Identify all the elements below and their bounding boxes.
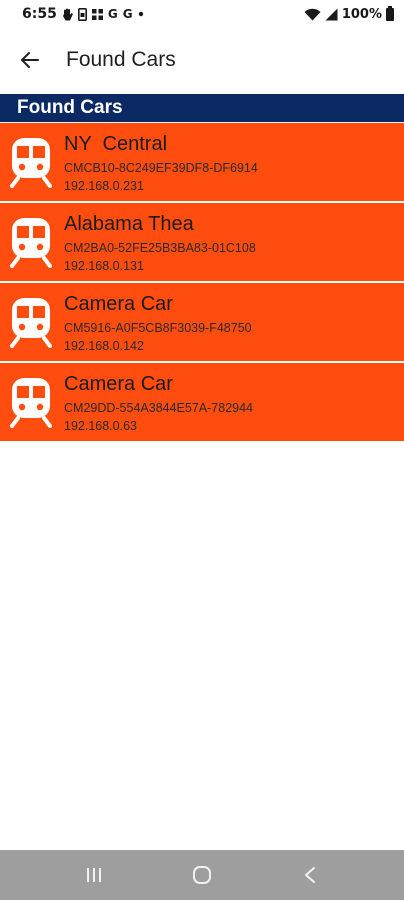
car-id: CM29DD-554A3844E57A-782944 [64,401,254,415]
status-bar: 6:55 G G 100% [0,0,404,28]
car-name: NY Central [64,133,168,155]
car-ip: 192.168.0.231 [64,179,144,193]
nav-back-button[interactable] [280,855,340,895]
car-text: Camera Car CM29DD-554A3844E57A-782944 19… [64,363,253,434]
car-list: NY Central CMCB10-8C249EF39DF8-DF6914 19… [0,123,404,443]
app-bar: Found Cars [0,28,404,92]
recents-icon [87,868,101,882]
nav-home-button[interactable] [172,855,232,895]
car-text: Camera Car CM5916-A0F5CB8F3039-F48750 19… [64,283,252,354]
hand-icon [62,8,73,20]
sim-icon [77,7,87,21]
home-icon [193,866,211,884]
list-item[interactable]: Camera Car CM5916-A0F5CB8F3039-F48750 19… [0,283,404,363]
list-item[interactable]: Camera Car CM29DD-554A3844E57A-782944 19… [0,363,404,443]
chevron-left-icon [305,867,315,883]
page-title: Found Cars [66,48,176,71]
battery-percent: 100% [341,6,382,22]
train-icon [10,138,52,188]
train-icon [10,218,52,268]
arrow-left-icon [21,52,39,68]
train-icon [10,298,52,348]
signal-icon [325,8,338,20]
back-button[interactable] [2,32,58,88]
car-name: Camera Car [64,293,173,315]
car-id: CMCB10-8C249EF39DF8-DF6914 [64,161,258,175]
list-item[interactable]: NY Central CMCB10-8C249EF39DF8-DF6914 19… [0,123,404,203]
car-name: Alabama Thea [64,213,194,235]
status-right: 100% [304,5,394,22]
train-icon [10,378,52,428]
grid-icon [91,8,103,20]
car-ip: 192.168.0.63 [64,419,137,433]
car-ip: 192.168.0.142 [64,339,144,353]
system-nav-bar [0,850,404,900]
car-id: CM2BA0-52FE25B3BA83-01C108 [64,241,256,255]
dot-icon [138,11,143,17]
status-left: 6:55 G G [22,6,144,22]
google-notification-icon: G [122,7,133,21]
list-item[interactable]: Alabama Thea CM2BA0-52FE25B3BA83-01C108 … [0,203,404,283]
google-notification-icon: G [107,7,118,21]
car-ip: 192.168.0.131 [64,259,144,273]
status-time: 6:55 [22,6,57,22]
car-text: Alabama Thea CM2BA0-52FE25B3BA83-01C108 … [64,203,256,274]
wifi-icon [304,8,321,20]
section-header: Found Cars [0,94,404,122]
nav-recents-button[interactable] [64,855,124,895]
car-text: NY Central CMCB10-8C249EF39DF8-DF6914 19… [64,123,258,194]
battery-icon [386,5,394,21]
car-name: Camera Car [64,373,173,395]
car-id: CM5916-A0F5CB8F3039-F48750 [64,321,252,335]
